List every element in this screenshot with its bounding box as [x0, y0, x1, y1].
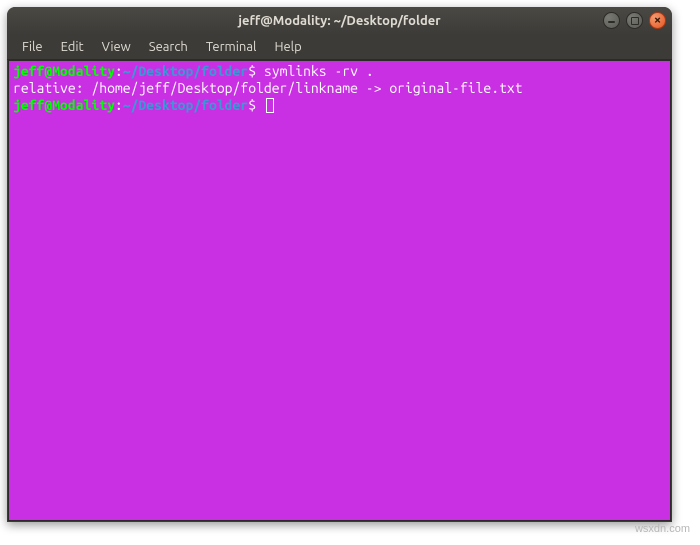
prompt-char: $ — [248, 63, 256, 79]
prompt-path: ~/Desktop/folder — [123, 63, 248, 79]
menu-edit[interactable]: Edit — [52, 37, 93, 57]
menu-terminal[interactable]: Terminal — [197, 37, 266, 57]
prompt-sep: : — [115, 63, 123, 79]
titlebar[interactable]: jeff@Modality: ~/Desktop/folder — [7, 7, 672, 35]
window-controls — [603, 12, 666, 29]
terminal-body[interactable]: jeff@Modality:~/Desktop/folder$ symlinks… — [8, 60, 671, 521]
prompt-path-current: ~/Desktop/folder — [123, 97, 248, 113]
cursor — [266, 98, 274, 113]
prompt-sep-current: : — [115, 97, 123, 113]
prompt-char-current: $ — [248, 97, 256, 113]
menu-help[interactable]: Help — [265, 37, 310, 57]
maximize-button[interactable] — [626, 12, 643, 29]
menubar: File Edit View Search Terminal Help — [7, 35, 672, 60]
window-title: jeff@Modality: ~/Desktop/folder — [238, 14, 440, 28]
watermark: wsxdn.com — [635, 523, 690, 535]
menu-file[interactable]: File — [13, 37, 52, 57]
command-text: symlinks -rv . — [264, 63, 374, 79]
menu-view[interactable]: View — [93, 37, 140, 57]
close-button[interactable] — [649, 12, 666, 29]
prompt-user-current: jeff@Modality — [13, 97, 115, 113]
menu-search[interactable]: Search — [140, 37, 197, 57]
prompt-user: jeff@Modality — [13, 63, 115, 79]
output-line: relative: /home/jeff/Desktop/folder/link… — [13, 80, 523, 96]
minimize-button[interactable] — [603, 12, 620, 29]
terminal-window: jeff@Modality: ~/Desktop/folder File Edi… — [7, 7, 672, 522]
